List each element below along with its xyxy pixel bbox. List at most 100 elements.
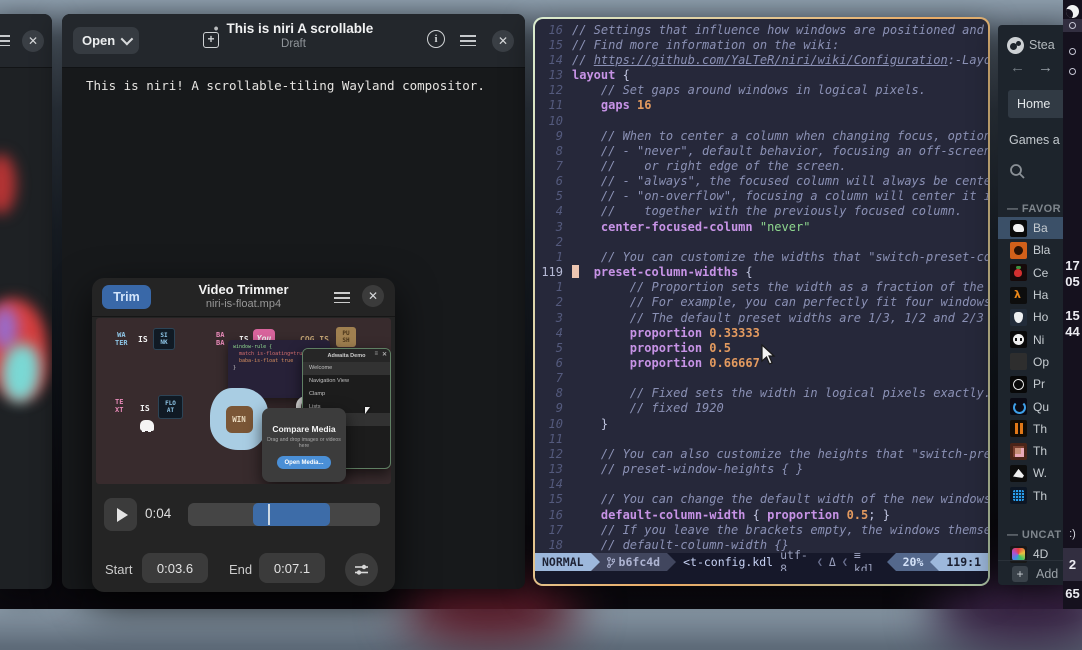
game-list-item[interactable]: Ni	[998, 328, 1063, 350]
code-line[interactable]: 13layout {	[535, 67, 988, 82]
code-line[interactable]: 14// https://github.com/YaLTeR/niri/wiki…	[535, 52, 988, 67]
code-line[interactable]: 12 // You can also customize the heights…	[535, 446, 988, 461]
game-list-item[interactable]: Ho	[998, 306, 1063, 328]
game-list-item[interactable]: Pr	[998, 373, 1063, 395]
bars-game-icon	[1010, 420, 1027, 437]
code-line[interactable]: 1 // You can customize the widths that "…	[535, 249, 988, 264]
title-text: This is niri A scrollable	[226, 21, 373, 36]
trim-selection[interactable]	[253, 503, 330, 526]
code-line[interactable]: 10	[535, 113, 988, 128]
back-arrow-button[interactable]: ←	[1010, 59, 1025, 76]
code-line[interactable]: 6 // - "always", the focused column will…	[535, 174, 988, 189]
home-button[interactable]: Home	[1008, 90, 1063, 118]
code-line[interactable]: 1 // Proportion sets the width as a frac…	[535, 280, 988, 295]
code-line[interactable]: 18 // default-column-width {}	[535, 537, 988, 552]
add-game-button[interactable]: + Add	[998, 560, 1063, 585]
game-list-item[interactable]: Op	[998, 351, 1063, 373]
workspace-dot[interactable]	[1063, 45, 1082, 58]
code-line[interactable]: 8 // - "never", default behavior, focusi…	[535, 143, 988, 158]
close-icon: ✕	[382, 351, 387, 358]
start-field[interactable]: 0:03.6	[142, 553, 208, 583]
code-line[interactable]: 2 // For example, you can perfectly fit …	[535, 295, 988, 310]
game-list-item[interactable]: W.	[998, 462, 1063, 484]
code-text: // Settings that influence how windows a…	[572, 23, 988, 37]
game-list-item[interactable]: Th	[998, 440, 1063, 462]
uncategorized-header[interactable]: — UNCAT	[1007, 529, 1062, 541]
ring-game-icon	[1010, 242, 1027, 259]
code-line[interactable]: 3 // The default preset widths are 1/3, …	[535, 310, 988, 325]
favorites-header[interactable]: — FAVOR	[1007, 203, 1061, 215]
menu-icon[interactable]	[0, 35, 10, 46]
game-list-item[interactable]: Bla	[998, 239, 1063, 261]
clock-hours: 17	[1063, 258, 1082, 273]
seek-bar[interactable]	[188, 503, 380, 526]
code-line[interactable]: 15 // You can change the default width o…	[535, 492, 988, 507]
close-button[interactable]: ✕	[492, 30, 514, 52]
info-icon[interactable]: i	[427, 30, 445, 48]
code-line[interactable]: 5 // - "on-overflow", focusing a column …	[535, 189, 988, 204]
workspace-dot[interactable]	[1063, 65, 1082, 78]
code-line[interactable]: 7	[535, 371, 988, 386]
code-text: proportion 0.33333	[572, 326, 760, 340]
word-tile-text: TE XT	[115, 398, 123, 414]
code-line[interactable]: 8 // Fixed sets the width in logical pix…	[535, 386, 988, 401]
forward-arrow-button[interactable]: →	[1038, 59, 1053, 76]
video-preview[interactable]: WA TER IS SI NK BA BA IS You COG IS PU S…	[96, 318, 391, 484]
game-list-item[interactable]: Ha	[998, 284, 1063, 306]
hamburger-menu-icon[interactable]	[334, 292, 350, 303]
editor-body-text[interactable]: This is niri! A scrollable-tiling Waylan…	[86, 78, 485, 93]
powerline-separator	[591, 553, 600, 571]
open-button[interactable]: Open	[73, 27, 139, 54]
code-line[interactable]: 17 // If you leave the brackets empty, t…	[535, 522, 988, 537]
code-text: // If you leave the brackets empty, the …	[572, 523, 988, 537]
code-line[interactable]: 10 }	[535, 416, 988, 431]
code-line[interactable]: 14	[535, 477, 988, 492]
games-menu[interactable]: Games a	[1009, 133, 1060, 147]
code-line[interactable]: 16 default-column-width { proportion 0.5…	[535, 507, 988, 522]
code-text: // - "always", the focused column will a…	[572, 174, 988, 188]
play-button[interactable]	[104, 498, 137, 531]
line-number: 15	[535, 38, 572, 52]
code-line[interactable]: 6 proportion 0.66667	[535, 355, 988, 370]
code-line[interactable]: 7 // or right edge of the screen.	[535, 158, 988, 173]
code-line[interactable]: 12 // Set gaps around windows in logical…	[535, 83, 988, 98]
adjustments-button[interactable]	[345, 553, 378, 586]
game-label: Op	[1033, 355, 1049, 369]
code-text: // - "on-overflow", focusing a column wi…	[572, 189, 988, 203]
code-line[interactable]: 13 // preset-window-heights { }	[535, 462, 988, 477]
code-line[interactable]: 11	[535, 431, 988, 446]
playhead[interactable]	[268, 504, 270, 525]
code-line[interactable]: 4 proportion 0.33333	[535, 325, 988, 340]
code-line[interactable]: 11 gaps 16	[535, 98, 988, 113]
end-field[interactable]: 0:07.1	[259, 553, 325, 583]
code-line[interactable]: 16// Settings that influence how windows…	[535, 22, 988, 37]
code-line[interactable]: 2	[535, 234, 988, 249]
desktop: { "left_window": {"close_label": "✕"}, "…	[0, 0, 1082, 609]
video-trimmer-window: Trim Video Trimmer niri-is-float.mp4 ✕ W…	[92, 278, 395, 592]
code-line[interactable]: 3 center-focused-column "never"	[535, 219, 988, 234]
git-branch-label: b6fc4d	[619, 555, 661, 569]
code-line[interactable]: 15// Find more information on the wiki:	[535, 37, 988, 52]
game-list-item[interactable]: Th	[998, 485, 1063, 507]
code-line[interactable]: 9 // When to center a column when changi…	[535, 128, 988, 143]
moon-icon[interactable]	[1066, 5, 1079, 18]
line-number: 10	[535, 417, 572, 431]
trim-button[interactable]: Trim	[102, 285, 151, 309]
search-icon[interactable]	[1009, 163, 1026, 185]
close-button[interactable]: ✕	[362, 285, 384, 307]
code-line[interactable]: 4 // together with the previously focuse…	[535, 204, 988, 219]
game-list-item[interactable]: Ba	[998, 217, 1063, 239]
code-line[interactable]: 119 preset-column-widths {	[535, 265, 988, 280]
code-text: gaps 16	[572, 98, 652, 112]
game-list-item[interactable]: Th	[998, 418, 1063, 440]
game-label: Ce	[1033, 266, 1048, 280]
code-line[interactable]: 5 proportion 0.5	[535, 340, 988, 355]
close-button[interactable]: ✕	[22, 30, 44, 52]
hamburger-menu-icon[interactable]	[460, 35, 476, 46]
game-list-item[interactable]: Qu	[998, 395, 1063, 417]
game-list-item[interactable]: Ce	[998, 262, 1063, 284]
game-label: Pr	[1033, 377, 1045, 391]
artwork-red-blob	[0, 154, 16, 214]
workspace-active[interactable]	[1063, 19, 1082, 32]
code-line[interactable]: 9 // fixed 1920	[535, 401, 988, 416]
